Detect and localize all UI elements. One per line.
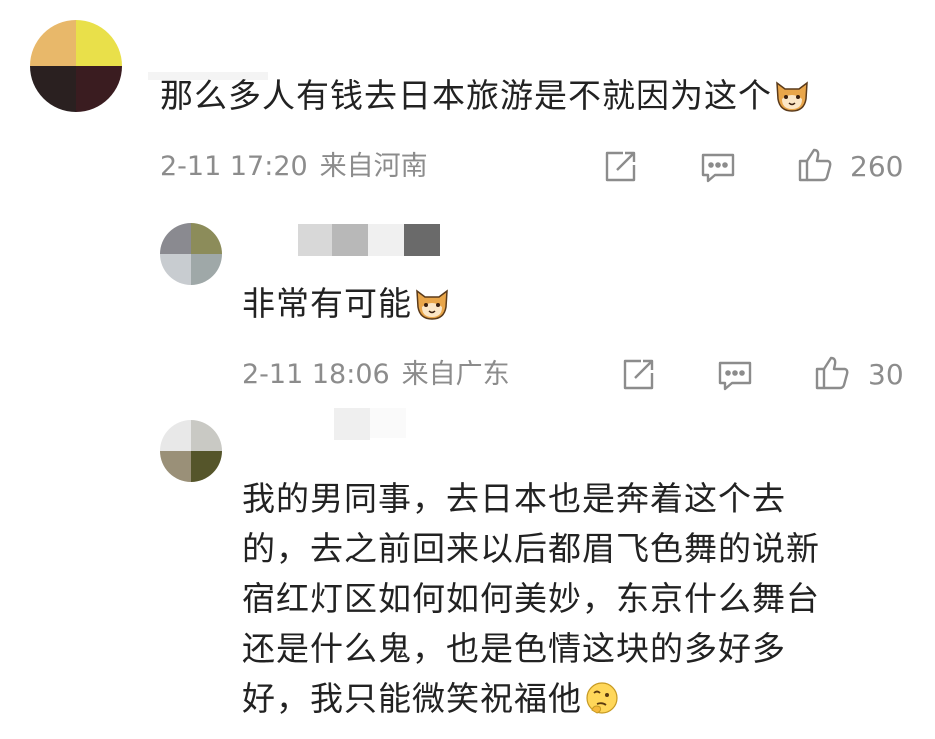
comment-line-text: 好，我只能微笑祝福他 <box>242 679 582 718</box>
avatar[interactable] <box>160 420 222 482</box>
comment-line: 我的男同事，去日本也是奔着这个去 <box>242 479 786 518</box>
like-icon[interactable] <box>813 354 851 396</box>
avatar[interactable] <box>30 20 122 112</box>
username-redacted[interactable] <box>298 224 440 256</box>
comment-text: 我的男同事，去日本也是奔着这个去 的，去之前回来以后都眉飞色舞的说新 宿红灯区如… <box>242 477 820 727</box>
like-icon[interactable] <box>796 146 834 188</box>
location: 来自广东 <box>401 359 510 390</box>
timestamp: 2-11 17:20 <box>160 151 308 182</box>
comment-meta: 2-11 18:06 来自广东 <box>242 359 510 391</box>
like-count: 30 <box>868 358 904 391</box>
location: 来自河南 <box>319 151 428 182</box>
cat-face-emoji-icon <box>414 287 450 332</box>
comment-text: 非常有可能 <box>242 282 450 332</box>
share-icon[interactable] <box>603 148 639 188</box>
like-count: 260 <box>850 150 904 183</box>
timestamp: 2-11 18:06 <box>242 359 390 390</box>
thinking-face-emoji-icon <box>584 680 620 727</box>
comment-line: 还是什么鬼，也是色情这块的多好多 <box>242 629 786 668</box>
comment-meta: 2-11 17:20 来自河南 <box>160 151 428 183</box>
username-redacted[interactable] <box>334 408 406 440</box>
comment-text: 那么多人有钱去日本旅游是不就因为这个 <box>160 74 810 124</box>
comment-body: 非常有可能 <box>242 284 412 323</box>
avatar[interactable] <box>160 223 222 285</box>
comment-line: 宿红灯区如何如何美妙，东京什么舞台 <box>242 579 820 618</box>
comment-icon[interactable] <box>699 150 737 188</box>
cat-face-emoji-icon <box>774 79 810 124</box>
comment-line-last: 好，我只能微笑祝福他 <box>242 677 820 727</box>
comment-icon[interactable] <box>716 358 754 396</box>
comment-body: 那么多人有钱去日本旅游是不就因为这个 <box>160 76 772 115</box>
comment-line: 的，去之前回来以后都眉飞色舞的说新 <box>242 529 820 568</box>
share-icon[interactable] <box>621 356 657 396</box>
